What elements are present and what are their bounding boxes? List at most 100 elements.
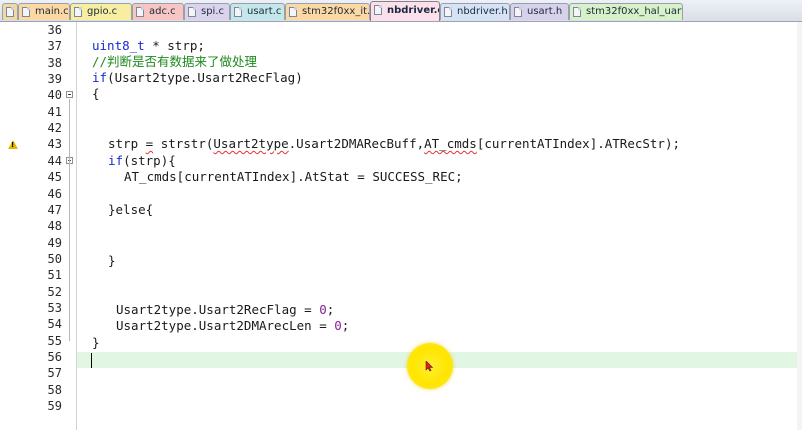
file-icon <box>234 7 242 17</box>
line-number: 40 <box>47 88 62 102</box>
code-text: Usart2type.Usart2RecFlag = <box>116 302 320 317</box>
file-icon <box>136 7 144 17</box>
code-line-40[interactable]: { <box>92 86 100 102</box>
code-text: ; <box>341 318 350 333</box>
line-number: 45 <box>47 170 62 184</box>
line-number: 37 <box>47 39 62 53</box>
tab-label: adc.c <box>149 6 176 17</box>
number-literal: 0 <box>319 302 327 317</box>
code-line-39[interactable]: if(Usart2type.Usart2RecFlag) <box>92 70 303 86</box>
code-text: }else{ <box>108 202 154 217</box>
line-number: 55 <box>47 334 62 348</box>
tab-adc-c[interactable]: adc.c <box>132 3 184 20</box>
tab-nbdriver-c[interactable]: nbdriver.c <box>370 1 440 21</box>
code-text: .Usart2DMARecBuff, <box>288 136 425 151</box>
line-number: 46 <box>47 187 62 201</box>
text-caret <box>91 353 92 368</box>
line-number: 53 <box>47 301 62 315</box>
tab-label: nbdriver.c <box>387 5 440 16</box>
code-line-45[interactable]: AT_cmds[currentATIndex].AtStat = SUCCESS… <box>124 169 463 185</box>
code-text: } <box>92 335 100 350</box>
code-line-50[interactable]: } <box>108 253 116 269</box>
code-text: (strp){ <box>123 153 176 168</box>
code-text: [currentATIndex].ATRecStr); <box>476 136 681 151</box>
fold-guide-line <box>69 99 70 341</box>
code-text: Usart2type.Usart2DMArecLen = <box>116 318 335 333</box>
code-line-44[interactable]: if(strp){ <box>108 153 176 169</box>
line-number: 38 <box>47 56 62 70</box>
line-number: 54 <box>47 317 62 331</box>
file-icon <box>289 7 297 17</box>
line-number: 52 <box>47 285 62 299</box>
file-icon <box>573 7 581 17</box>
line-number: 43 <box>47 137 62 151</box>
code-text: (Usart2type.Usart2RecFlag) <box>107 70 303 85</box>
line-number: 56 <box>47 350 62 364</box>
code-line-43[interactable]: strp = strstr(Usart2type.Usart2DMARecBuf… <box>108 136 680 152</box>
number-literal: 0 <box>334 318 342 333</box>
tab-label: stm32f0xx_it.c <box>302 6 370 17</box>
code-text: ; <box>326 302 335 317</box>
gutter-divider <box>76 22 77 430</box>
tab-label: usart.h <box>527 6 563 17</box>
code-text: * strp; <box>144 38 205 53</box>
mouse-pointer-icon <box>425 361 434 372</box>
code-text: } <box>108 253 116 268</box>
keyword: if <box>92 70 108 85</box>
line-number: 51 <box>47 268 62 282</box>
file-icon <box>22 7 30 17</box>
tab-bar: main.c gpio.c adc.c spi.c usart.c stm32f0xx_i… <box>0 0 802 22</box>
code-line-53[interactable]: Usart2type.Usart2RecFlag = 0; <box>116 302 334 318</box>
code-text: { <box>92 86 100 101</box>
code-text-warning: AT_cmds <box>424 136 477 151</box>
tab-label: gpio.c <box>87 6 118 17</box>
tab-gpio-c[interactable]: gpio.c <box>70 3 132 20</box>
code-text: strstr( <box>153 136 214 151</box>
tab-label: main.c <box>35 6 69 17</box>
tab-stm32f0xx-it-c[interactable]: stm32f0xx_it.c <box>285 3 370 20</box>
code-text: AT_cmds[currentATIndex].AtStat = SUCCESS… <box>124 169 463 184</box>
line-number: 39 <box>47 72 62 86</box>
code-line-38[interactable]: //判断是否有数据来了做处理 <box>92 54 257 70</box>
line-number: 41 <box>47 105 62 119</box>
line-number: 49 <box>47 236 62 250</box>
file-icon <box>514 7 522 17</box>
line-number-gutter: 36 37 38 39 40 41 42 43 44 45 46 47 48 49 50 51 52 53 54 55… <box>0 22 76 430</box>
line-number: 44 <box>47 154 62 168</box>
keyword: if <box>108 153 124 168</box>
fold-guide-line <box>69 165 70 205</box>
tab-label: nbdriver.h <box>457 6 508 17</box>
code-editor[interactable]: 36 37 38 39 40 41 42 43 44 45 46 47 48 49 50 51 52 53 54 55… <box>0 22 802 430</box>
comment: //判断是否有数据来了做处理 <box>92 54 258 69</box>
line-number: 59 <box>47 399 62 413</box>
tab-usart-c[interactable]: usart.c <box>230 3 285 20</box>
tab-main-c[interactable]: main.c <box>18 3 70 20</box>
tab-label: usart.c <box>247 6 282 17</box>
line-number: 58 <box>47 383 62 397</box>
warning-icon[interactable] <box>8 140 18 149</box>
file-icon <box>188 7 196 17</box>
pinned-file-icon[interactable] <box>2 3 18 20</box>
code-text: strp <box>108 136 146 151</box>
tab-spi-c[interactable]: spi.c <box>184 3 230 20</box>
line-number: 36 <box>47 23 62 37</box>
tab-label: stm32f0xx_hal_uart.c <box>586 6 683 17</box>
line-number: 48 <box>47 219 62 233</box>
file-icon <box>6 7 14 17</box>
tab-usart-h[interactable]: usart.h <box>510 3 569 20</box>
tab-stm32f0xx-hal-uart-c[interactable]: stm32f0xx_hal_uart.c <box>569 3 683 20</box>
tab-nbdriver-h[interactable]: nbdriver.h <box>440 3 510 20</box>
line-number: 57 <box>47 366 62 380</box>
code-line-55[interactable]: } <box>92 335 100 351</box>
scrollbar-edge[interactable] <box>797 22 802 430</box>
line-number: 47 <box>47 203 62 217</box>
code-line-47[interactable]: }else{ <box>108 202 153 218</box>
keyword: uint8_t <box>92 38 145 53</box>
code-line-54[interactable]: Usart2type.Usart2DMArecLen = 0; <box>116 318 349 334</box>
code-line-37[interactable]: uint8_t * strp; <box>92 38 205 54</box>
tab-label: spi.c <box>201 6 225 17</box>
line-number: 50 <box>47 252 62 266</box>
fold-minus-icon[interactable] <box>66 91 73 98</box>
line-number: 42 <box>47 121 62 135</box>
file-icon <box>444 7 452 17</box>
